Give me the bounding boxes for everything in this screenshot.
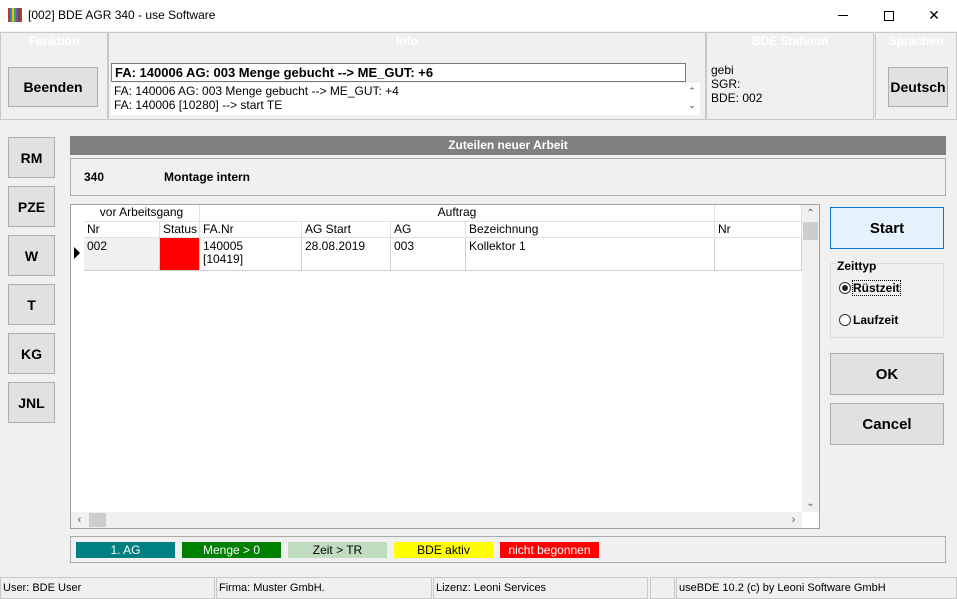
info-log-list[interactable]: FA: 140006 AG: 003 Menge gebucht --> ME_… <box>111 83 700 115</box>
status-user: User: BDE User <box>0 577 215 599</box>
info-header: Info <box>396 34 418 48</box>
operation-box: 340 Montage intern <box>70 158 946 196</box>
funktion-header: Funktion <box>28 34 80 48</box>
chevron-down-icon[interactable]: ⌄ <box>686 98 698 112</box>
cell-bezeichnung[interactable]: Kollektor 1 <box>466 238 715 271</box>
zeittyp-group: Zeittyp Rüstzeit Laufzeit <box>830 259 944 338</box>
sidebar-item-rm[interactable]: RM <box>8 137 55 178</box>
status-lizenz: Lizenz: Leoni Services <box>433 577 648 599</box>
column-header-ag-start[interactable]: AG Start <box>302 222 391 238</box>
minimize-button[interactable] <box>820 0 866 31</box>
language-button[interactable]: Deutsch <box>888 67 948 107</box>
funktion-panel: Funktion Beenden <box>0 32 108 120</box>
sprachen-header: Sprachen <box>888 34 944 48</box>
radio-laufzeit[interactable]: Laufzeit <box>839 313 898 327</box>
chevron-down-icon[interactable]: ⌄ <box>802 495 819 512</box>
window-title: [002] BDE AGR 340 - use Software <box>28 8 216 22</box>
legend-zeit: Zeit > TR <box>288 542 387 558</box>
start-button[interactable]: Start <box>830 207 944 249</box>
station-info: gebi SGR: BDE: 002 <box>711 63 762 105</box>
info-log-line: FA: 140006 [10280] --> start TE <box>114 98 283 112</box>
title-bar: [002] BDE AGR 340 - use Software ✕ <box>0 0 957 31</box>
info-current-message: FA: 140006 AG: 003 Menge gebucht --> ME_… <box>111 63 686 82</box>
station-user: gebi <box>711 63 734 77</box>
minimize-icon <box>838 15 848 16</box>
close-icon: ✕ <box>928 7 940 23</box>
radio-unchecked-icon[interactable] <box>839 314 851 326</box>
close-button[interactable]: ✕ <box>911 0 957 31</box>
radio-ruestzeit-label: Rüstzeit <box>852 280 901 296</box>
scroll-thumb[interactable] <box>89 513 106 527</box>
operation-number: 340 <box>84 170 105 184</box>
legend-bar: 1. AG Menge > 0 Zeit > TR BDE aktiv nich… <box>70 536 946 563</box>
grid-vertical-scrollbar[interactable]: ⌃ ⌄ <box>802 205 819 512</box>
sidebar-item-jnl[interactable]: JNL <box>8 382 55 423</box>
grid-horizontal-scrollbar[interactable]: ‹ › <box>71 512 802 528</box>
legend-bde-aktiv: BDE aktiv <box>394 542 493 558</box>
info-scrollbar[interactable]: ⌃ ⌄ <box>686 84 698 114</box>
chevron-right-icon[interactable]: › <box>785 512 802 528</box>
group-header-empty <box>715 205 802 222</box>
app-icon <box>8 8 22 22</box>
column-header-ag[interactable]: AG <box>391 222 466 238</box>
status-version: useBDE 10.2 (c) by Leoni Software GmbH <box>676 577 957 599</box>
cell-ag-start[interactable]: 28.08.2019 <box>302 238 391 271</box>
sidebar-item-t[interactable]: T <box>8 284 55 325</box>
station-panel: BDE Statinon gebi SGR: BDE: 002 <box>706 32 874 120</box>
column-header-fa-nr[interactable]: FA.Nr <box>200 222 302 238</box>
group-header-vor-arbeitsgang: vor Arbeitsgang <box>84 205 200 222</box>
legend-menge: Menge > 0 <box>182 542 281 558</box>
chevron-up-icon[interactable]: ⌃ <box>686 84 698 98</box>
scroll-thumb[interactable] <box>803 222 818 240</box>
station-header: BDE Statinon <box>751 34 829 48</box>
assign-header: Zuteilen neuer Arbeit <box>70 136 946 155</box>
zeittyp-label: Zeittyp <box>836 259 878 273</box>
cancel-button[interactable]: Cancel <box>830 403 944 445</box>
status-empty <box>650 577 675 599</box>
status-firma: Firma: Muster GmbH. <box>216 577 432 599</box>
maximize-button[interactable] <box>866 0 912 31</box>
sidebar-item-kg[interactable]: KG <box>8 333 55 374</box>
cell-nr[interactable]: 002 <box>84 238 160 271</box>
info-log-line: FA: 140006 AG: 003 Menge gebucht --> ME_… <box>114 84 399 98</box>
radio-ruestzeit[interactable]: Rüstzeit <box>839 280 901 296</box>
cell-nr-2[interactable] <box>715 238 802 271</box>
chevron-up-icon[interactable]: ⌃ <box>802 205 819 222</box>
group-header-auftrag: Auftrag <box>200 205 715 222</box>
cell-fa-nr-sub: [10419] <box>203 252 244 266</box>
cell-status[interactable] <box>160 238 200 271</box>
order-grid[interactable]: vor Arbeitsgang Auftrag Nr Status FA.Nr … <box>70 204 820 529</box>
legend-first-ag: 1. AG <box>76 542 175 558</box>
column-header-nr-2[interactable]: Nr <box>715 222 802 238</box>
sidebar-item-pze[interactable]: PZE <box>8 186 55 227</box>
status-bar: User: BDE User Firma: Muster GmbH. Lizen… <box>0 577 957 599</box>
maximize-icon <box>884 10 894 21</box>
legend-nicht-begonnen: nicht begonnen <box>500 542 599 558</box>
column-header-bezeichnung[interactable]: Bezeichnung <box>466 222 715 238</box>
row-selector-icon <box>74 247 80 259</box>
station-bde: BDE: 002 <box>711 91 763 105</box>
chevron-left-icon[interactable]: ‹ <box>71 512 88 528</box>
cell-ag[interactable]: 003 <box>391 238 466 271</box>
radio-checked-icon[interactable] <box>839 282 851 294</box>
column-header-nr[interactable]: Nr <box>84 222 160 238</box>
sidebar-item-w[interactable]: W <box>8 235 55 276</box>
operation-name: Montage intern <box>164 170 250 184</box>
radio-laufzeit-label: Laufzeit <box>853 313 899 327</box>
cell-fa-nr[interactable]: 140005 [10419] <box>200 238 302 271</box>
station-sgr: SGR: <box>711 77 741 91</box>
sprachen-panel: Sprachen Deutsch <box>875 32 957 120</box>
ok-button[interactable]: OK <box>830 353 944 395</box>
column-header-status[interactable]: Status <box>160 222 200 238</box>
beenden-button[interactable]: Beenden <box>8 67 98 107</box>
